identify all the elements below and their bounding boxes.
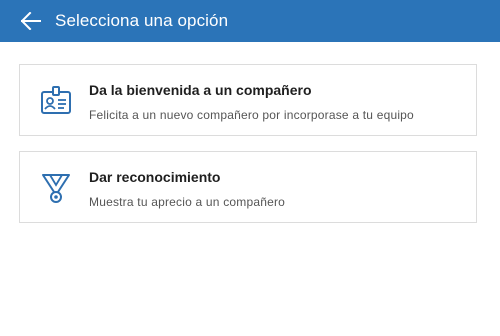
app-header: Selecciona una opción bbox=[0, 0, 500, 42]
id-badge-icon bbox=[41, 86, 71, 114]
option-title: Da la bienvenida a un compañero bbox=[89, 82, 312, 98]
option-title: Dar reconocimiento bbox=[89, 169, 221, 185]
give-recognition-option[interactable]: Dar reconocimiento Muestra tu aprecio a … bbox=[19, 151, 477, 223]
welcome-colleague-option[interactable]: Da la bienvenida a un compañero Felicita… bbox=[19, 64, 477, 136]
arrow-left-icon bbox=[21, 12, 41, 30]
option-subtitle: Muestra tu aprecio a un compañero bbox=[89, 195, 286, 209]
back-button[interactable] bbox=[19, 9, 43, 33]
page-title: Selecciona una opción bbox=[55, 11, 229, 30]
medal-icon bbox=[42, 174, 70, 203]
option-subtitle: Felicita a un nuevo compañero por incorp… bbox=[89, 108, 414, 122]
